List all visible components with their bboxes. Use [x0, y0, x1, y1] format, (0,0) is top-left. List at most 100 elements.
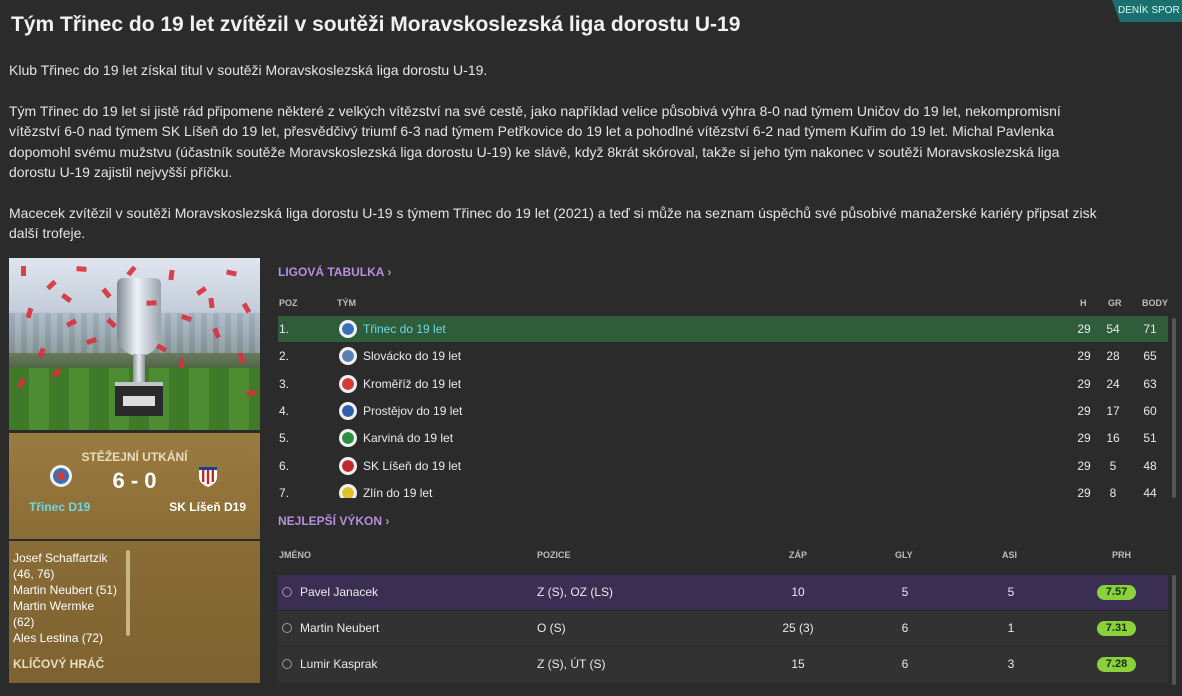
article-line: dopomohl svému mužstvu (účastník soutěže…: [9, 143, 1060, 160]
league-team-name[interactable]: Prostějov do 19 let: [363, 398, 462, 424]
player-assists: 1: [1007, 621, 1015, 635]
best-performance-link-label: NEJLEPŠÍ VÝKON: [278, 514, 383, 528]
player-goals: 6: [901, 621, 909, 635]
player-name[interactable]: Pavel Janacek: [300, 575, 378, 610]
league-team-name[interactable]: Kroměříž do 19 let: [363, 371, 461, 397]
article-body: Klub Třinec do 19 let získal titul v sou…: [9, 60, 1181, 264]
league-row[interactable]: 3. Kroměříž do 19 let 29 24 63: [278, 371, 1168, 397]
chevron-right-icon: ›: [385, 514, 390, 528]
confetti: [241, 302, 252, 314]
trophy-plate: [123, 396, 155, 406]
performance-table-header: JMÉNO POZICE ZÁP GLY ASI PRH: [278, 550, 1168, 562]
league-goal-diff: 17: [1106, 403, 1120, 418]
confetti: [237, 352, 246, 364]
page-title: Tým Třinec do 19 let zvítězil v soutěži …: [11, 13, 741, 36]
league-points: 65: [1143, 349, 1157, 364]
trophy-stem: [133, 354, 145, 384]
performance-row[interactable]: Martin Neubert O (S) 25 (3) 6 1 7.31: [278, 611, 1168, 646]
article-paragraph: Tým Třinec do 19 let si jistě rád připom…: [9, 101, 1181, 183]
col-position[interactable]: POZICE: [537, 550, 571, 560]
performance-row[interactable]: Pavel Janacek Z (S), OZ (LS) 10 5 5 7.57: [278, 575, 1168, 610]
league-pos: 6.: [279, 458, 290, 473]
league-row[interactable]: 6. SK Líšeň do 19 let 29 5 48: [278, 453, 1168, 479]
col-team[interactable]: TÝM: [337, 298, 356, 308]
col-pos[interactable]: POZ: [279, 298, 298, 308]
league-team-name[interactable]: Zlín do 19 let: [363, 480, 432, 498]
scorer-line: Josef Schaffartzik: [13, 551, 108, 565]
trophy-cup: [117, 278, 161, 356]
article-line: Tým Třinec do 19 let si jistě rád připom…: [9, 102, 1061, 119]
team-badge-icon: [339, 401, 357, 420]
league-goal-diff: 16: [1106, 431, 1120, 446]
scorer-line: Martin Wermke: [13, 599, 95, 613]
team-badge-icon: [339, 374, 357, 393]
player-position: Z (S), ÚT (S): [537, 657, 606, 671]
player-icon: [282, 587, 292, 597]
league-scrollbar[interactable]: [1172, 318, 1176, 498]
league-points: 48: [1143, 458, 1157, 473]
player-name[interactable]: Lumir Kasprak: [300, 647, 377, 682]
trophy-image: [9, 258, 260, 430]
team-badge-icon: [339, 483, 357, 498]
newspaper-tag: DENÍK SPOR: [1112, 0, 1182, 22]
league-goal-diff: 8: [1109, 485, 1117, 498]
league-table-header: POZ TÝM H GR BODY: [278, 298, 1168, 310]
league-played: 29: [1077, 458, 1091, 473]
league-row[interactable]: 1. Třinec do 19 let 29 54 71: [278, 316, 1168, 342]
league-table-link-label: LIGOVÁ TABULKA: [278, 265, 384, 279]
league-team-name[interactable]: Karviná do 19 let: [363, 425, 453, 451]
confetti: [208, 297, 215, 309]
performance-scrollbar[interactable]: [1172, 575, 1176, 685]
confetti: [21, 266, 26, 276]
confetti: [76, 266, 87, 272]
league-played: 29: [1077, 485, 1091, 498]
col-goal-diff[interactable]: GR: [1108, 298, 1122, 308]
key-player-card: Josef Schaffartzik (46, 76) Martin Neube…: [9, 541, 260, 683]
article-paragraph: Macecek zvítězil v soutěži Moravskoslezs…: [9, 203, 1181, 244]
league-team-name[interactable]: SK Líšeň do 19 let: [363, 453, 461, 479]
league-points: 63: [1143, 376, 1157, 391]
scorers-scrollbar[interactable]: [126, 550, 130, 636]
player-rating: 7.57: [1097, 585, 1136, 600]
player-assists: 5: [1007, 585, 1015, 599]
key-player-label: KLÍČOVÝ HRÁČ: [13, 657, 105, 671]
league-row[interactable]: 5. Karviná do 19 let 29 16 51: [278, 425, 1168, 451]
league-pos: 2.: [279, 349, 290, 364]
scorer-line: (46, 76): [13, 567, 55, 581]
chevron-right-icon: ›: [387, 265, 392, 279]
league-team-name[interactable]: Slovácko do 19 let: [363, 343, 461, 369]
col-assists[interactable]: ASI: [1002, 550, 1017, 560]
league-goal-diff: 54: [1106, 322, 1120, 336]
col-points[interactable]: BODY: [1142, 298, 1168, 308]
home-team-name[interactable]: Třinec D19: [29, 500, 90, 514]
league-pos: 4.: [279, 403, 290, 418]
league-played: 29: [1077, 322, 1091, 336]
col-rating[interactable]: PRH: [1112, 550, 1131, 560]
league-pos: 3.: [279, 376, 290, 391]
best-performance-link[interactable]: NEJLEPŠÍ VÝKON ›: [278, 514, 389, 528]
article-line: dorostu U-19 zajistil nejvyšší příčku.: [9, 164, 233, 180]
away-team-name[interactable]: SK Líšeň D19: [169, 500, 246, 514]
player-apps: 25 (3): [782, 621, 814, 635]
col-goals[interactable]: GLY: [895, 550, 913, 560]
article-paragraph: Klub Třinec do 19 let získal titul v sou…: [9, 62, 488, 78]
col-apps[interactable]: ZÁP: [789, 550, 807, 560]
player-name[interactable]: Martin Neubert: [300, 611, 379, 646]
league-pos: 7.: [279, 485, 290, 498]
team-badge-icon: [339, 347, 357, 366]
league-played: 29: [1077, 376, 1091, 391]
league-row[interactable]: 7. Zlín do 19 let 29 8 44: [278, 480, 1168, 498]
col-played[interactable]: H: [1080, 298, 1087, 308]
league-row[interactable]: 4. Prostějov do 19 let 29 17 60: [278, 398, 1168, 424]
key-match-card[interactable]: STĚŽEJNÍ UTKÁNÍ 6 - 0 Třinec D19 SK Líše…: [9, 433, 260, 539]
league-row[interactable]: 2. Slovácko do 19 let 29 28 65: [278, 343, 1168, 369]
league-table-link[interactable]: LIGOVÁ TABULKA ›: [278, 265, 391, 279]
confetti: [178, 357, 185, 369]
performance-row[interactable]: Lumir Kasprak Z (S), ÚT (S) 15 6 3 7.28: [278, 647, 1168, 682]
col-name[interactable]: JMÉNO: [279, 550, 311, 560]
confetti: [226, 269, 237, 277]
article-line: vítězství 6-0 nad týmem SK Líšeň do 19 l…: [9, 123, 1055, 139]
player-goals: 5: [901, 585, 909, 599]
league-team-name[interactable]: Třinec do 19 let: [363, 316, 446, 342]
player-icon: [282, 659, 292, 669]
